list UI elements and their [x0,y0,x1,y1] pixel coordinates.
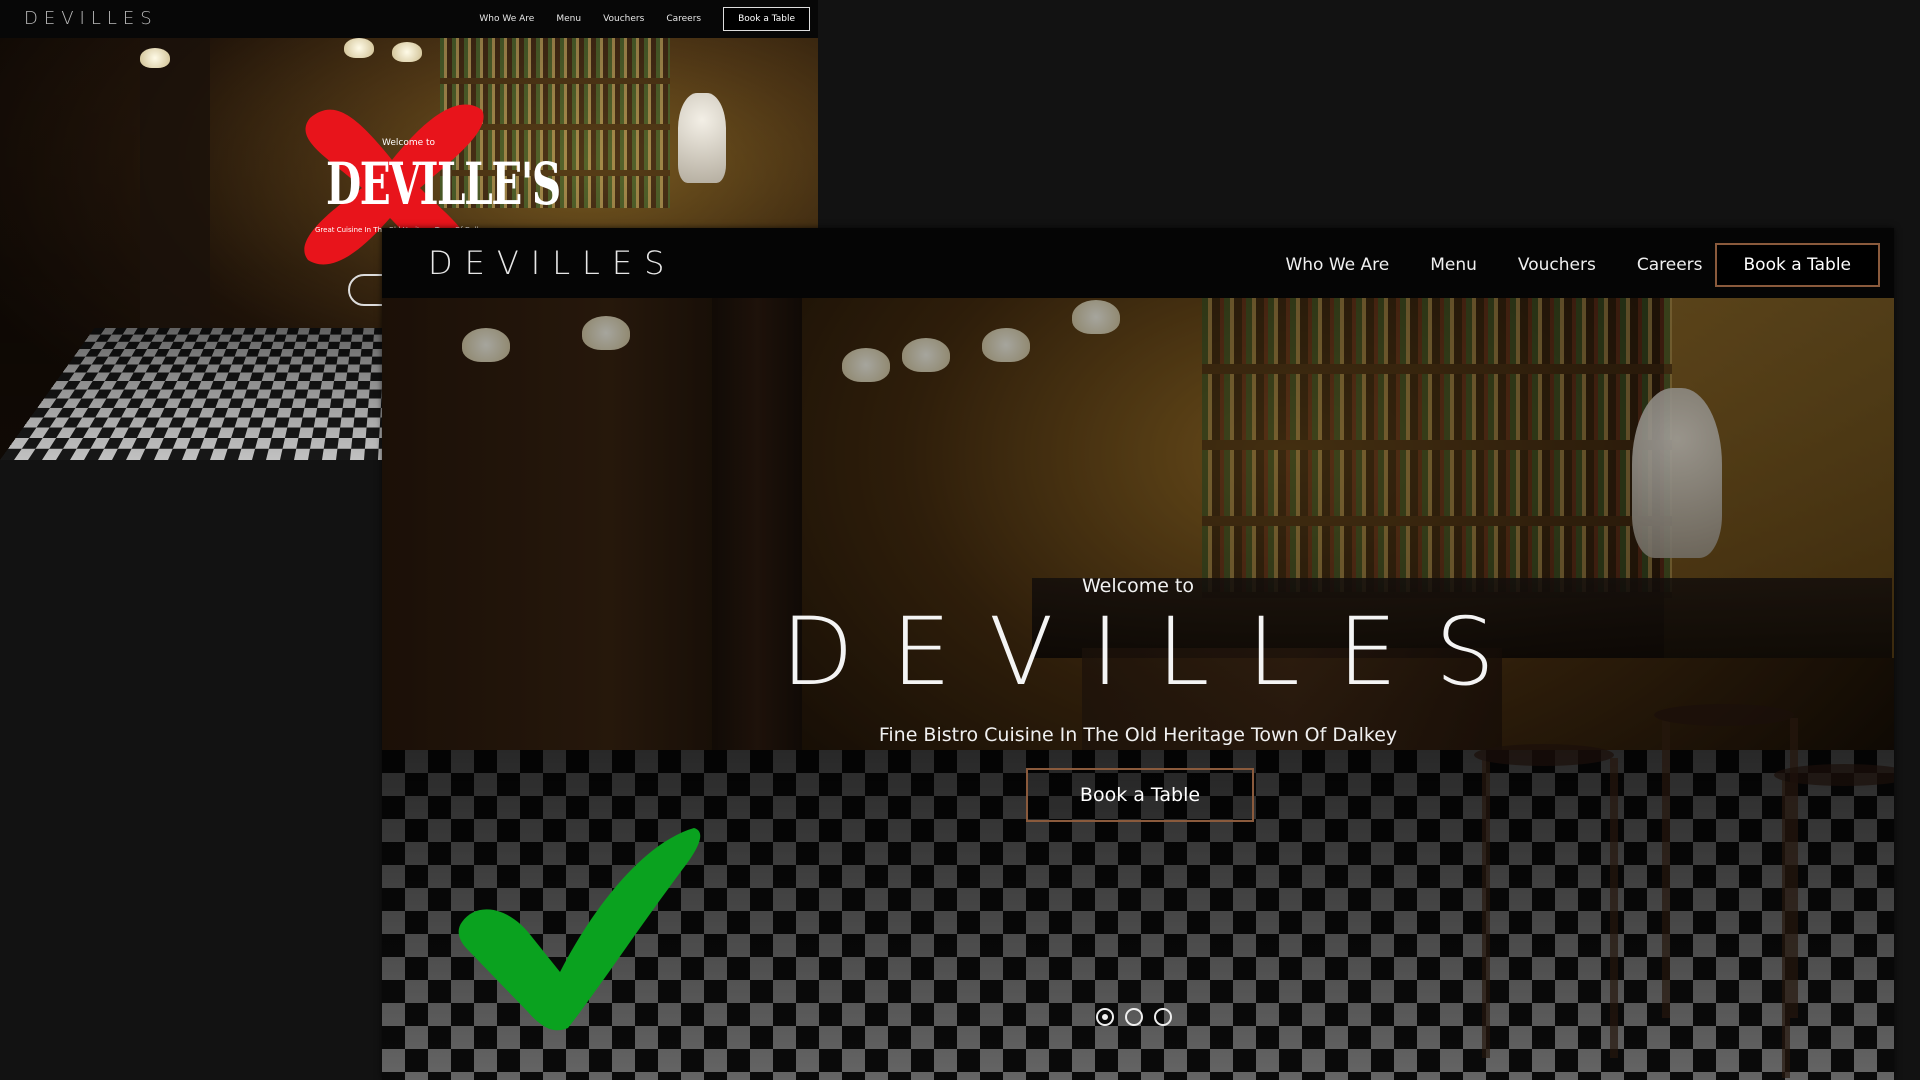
old-nav-who-we-are[interactable]: Who We Are [479,14,534,24]
old-navbar: DEVILLES Who We Are Menu Vouchers Career… [0,0,818,38]
green-check-icon [458,828,701,1031]
carousel-dot-1[interactable] [1096,1008,1114,1026]
old-hero-title: DEVILLE'S [326,150,561,218]
old-logo[interactable]: DEVILLES [24,8,158,29]
carousel-dot-3[interactable] [1154,1008,1172,1026]
hero-book-table-button[interactable]: Book a Table [1026,768,1254,822]
old-nav-careers[interactable]: Careers [666,14,701,24]
new-logo[interactable]: DEVILLES [428,244,676,282]
old-nav-menu[interactable]: Menu [556,14,581,24]
old-pillar [140,38,210,338]
old-nav-links: Who We Are Menu Vouchers Careers Book a … [479,7,810,31]
carousel-dots [1096,1008,1172,1026]
new-navbar: DEVILLES Who We Are Menu Vouchers Career… [382,228,1894,298]
old-bust-statue [678,93,726,183]
hero-welcome-text: Welcome to [1081,575,1195,597]
old-book-table-button[interactable]: Book a Table [723,7,810,31]
old-welcome-text: Welcome to [382,138,436,148]
nav-who-we-are[interactable]: Who We Are [1285,255,1389,275]
nav-vouchers[interactable]: Vouchers [1518,255,1596,275]
old-nav-vouchers[interactable]: Vouchers [603,14,644,24]
carousel-dot-2[interactable] [1125,1008,1143,1026]
hero-title: DEVILLES [781,598,1533,707]
old-lamp [344,38,374,58]
nav-careers[interactable]: Careers [1637,255,1703,275]
old-lamp [392,42,422,62]
nav-menu[interactable]: Menu [1430,255,1477,275]
nav-book-table-button[interactable]: Book a Table [1714,243,1880,287]
hero-tagline: Fine Bistro Cuisine In The Old Heritage … [878,724,1398,746]
old-lamp [140,48,170,68]
new-nav-links: Who We Are Menu Vouchers Careers Book a … [1285,243,1880,287]
